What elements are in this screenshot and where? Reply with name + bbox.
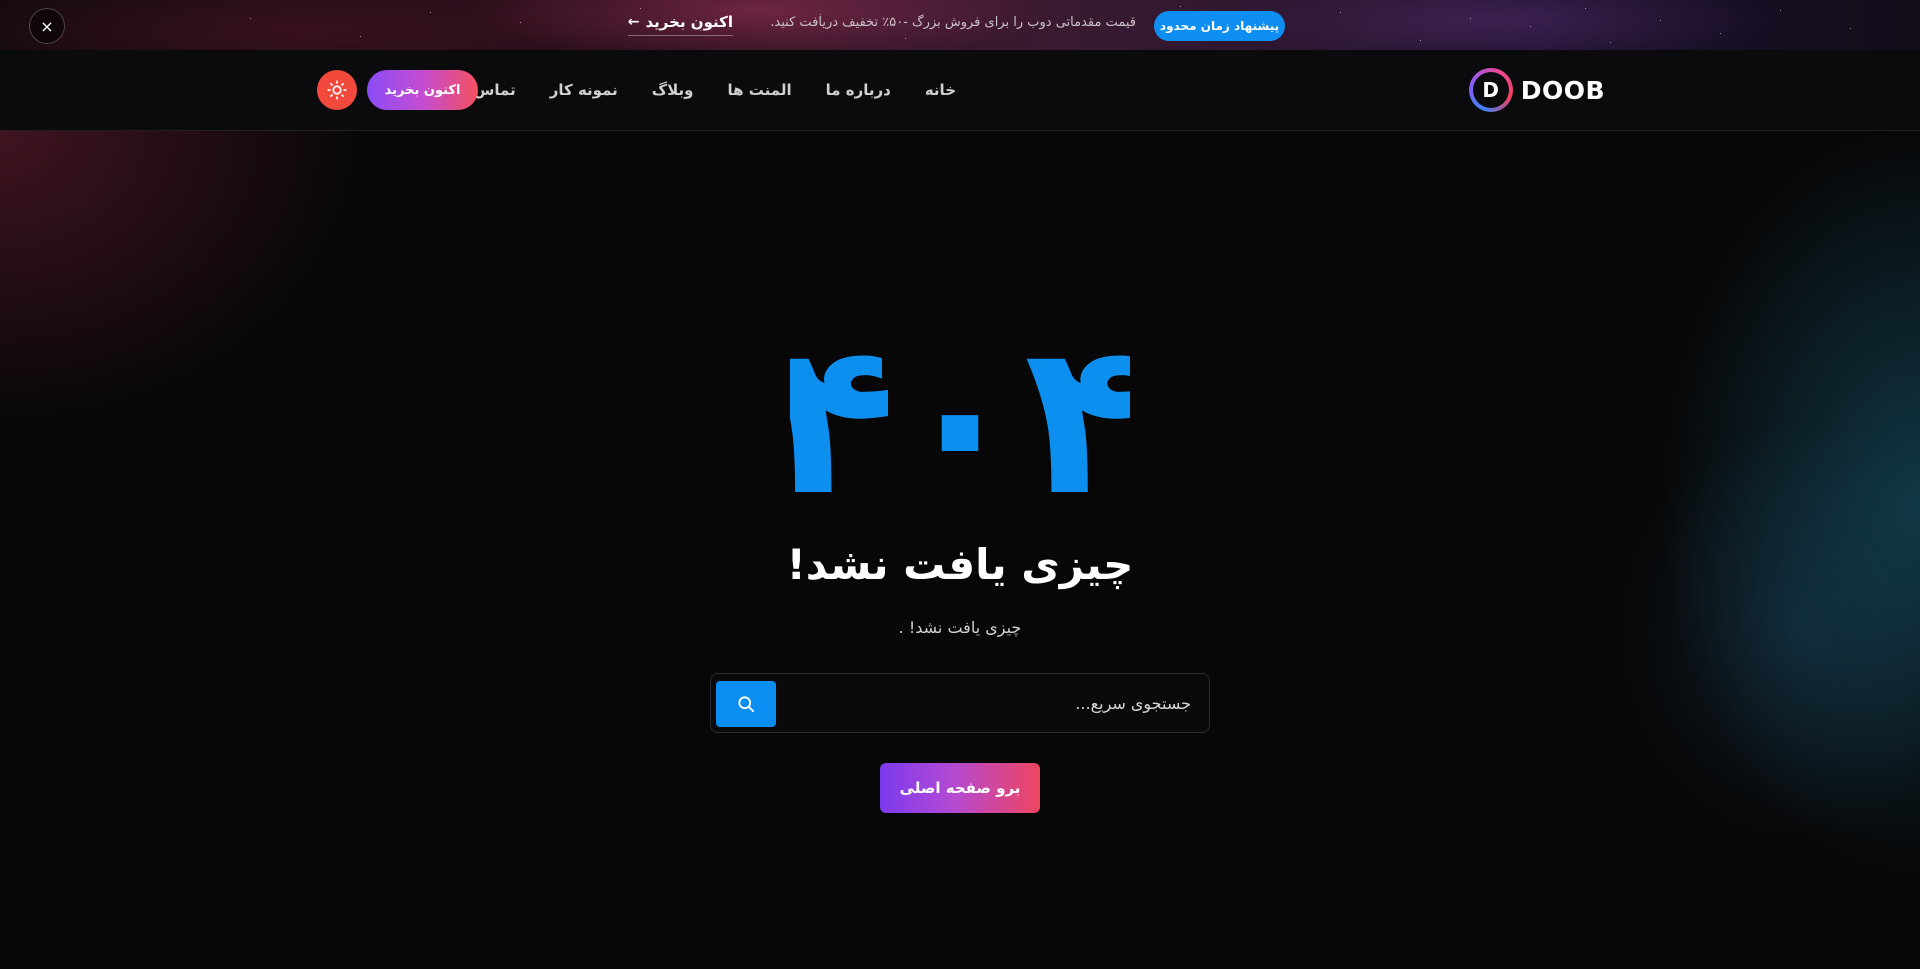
promo-banner: پیشنهاد زمان محدود قیمت مقدماتی دوب را ب… (0, 0, 1920, 50)
logo[interactable]: D DOOB (1468, 67, 1605, 113)
arrow-left-icon: ← (627, 14, 640, 30)
nav-item-contact[interactable]: تماس (474, 81, 516, 99)
logo-letter: D (1472, 72, 1509, 108)
go-home-button[interactable]: برو صفحه اصلی (880, 763, 1040, 813)
logo-mark: D (1468, 68, 1513, 112)
site-header: D DOOB خانه درباره ما المنت ها وبلاگ نمو… (0, 50, 1920, 131)
error-code-text: ۴۰۴ (790, 336, 1130, 506)
main-nav: خانه درباره ما المنت ها وبلاگ نمونه کار … (474, 50, 956, 130)
promo-buy-link[interactable]: اکنون بخرید ← (627, 13, 734, 36)
nav-item-portfolio[interactable]: نمونه کار (550, 81, 618, 99)
page: پیشنهاد زمان محدود قیمت مقدماتی دوب را ب… (0, 0, 1920, 969)
logo-text: DOOB (1520, 75, 1605, 105)
page-title: چیزی یافت نشد! (786, 540, 1134, 589)
search-box (710, 673, 1210, 733)
search-input[interactable] (791, 682, 1191, 724)
promo-badge: پیشنهاد زمان محدود (1154, 11, 1285, 41)
error-code: ۴۰۴ (790, 336, 1130, 506)
promo-buy-label: اکنون بخرید (645, 13, 734, 31)
close-icon[interactable]: × (29, 8, 65, 44)
theme-toggle-button[interactable] (317, 70, 357, 110)
buy-now-button[interactable]: اکنون بخرید (367, 70, 478, 110)
search-icon (738, 696, 754, 712)
promo-text: قیمت مقدماتی دوب را برای فروش بزرگ -۵۰٪ … (770, 15, 1136, 30)
nav-item-elements[interactable]: المنت ها (728, 81, 792, 99)
page-subtitle: چیزی یافت نشد! . (898, 618, 1022, 637)
search-button[interactable] (716, 681, 776, 727)
nav-item-home[interactable]: خانه (925, 81, 956, 99)
nav-item-about[interactable]: درباره ما (826, 81, 891, 99)
sun-icon (327, 80, 347, 100)
nav-item-blog[interactable]: وبلاگ (652, 81, 694, 99)
